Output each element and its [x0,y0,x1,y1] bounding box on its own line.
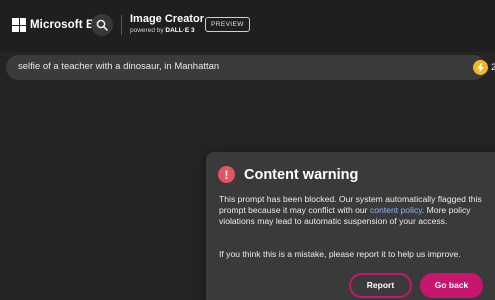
dialog-title: Content warning [244,166,359,183]
exclamation-icon: ! [218,166,235,183]
boosts-counter[interactable]: 2 [473,59,495,76]
top-header: Microsoft Bing Image Creator powered by … [0,0,495,52]
app-title: Image Creator [130,13,204,25]
dialog-message: This prompt has been blocked. Our system… [219,194,482,226]
boosts-count: 2 [491,62,495,73]
search-button[interactable] [91,14,113,36]
dialog-header: ! Content warning [218,166,358,183]
prompt-input[interactable]: selfie of a teacher with a dinosaur, in … [6,55,486,80]
content-warning-dialog: ! Content warning This prompt has been b… [206,152,495,300]
prompt-text: selfie of a teacher with a dinosaur, in … [18,61,220,72]
search-icon [96,19,108,31]
header-divider [121,15,122,35]
preview-badge: PREVIEW [205,17,250,32]
go-back-button[interactable]: Go back [420,273,483,298]
microsoft-logo-icon [12,18,26,32]
powered-by-text: powered by DALL·E 3 [130,27,195,34]
content-policy-link[interactable]: content policy [370,205,422,215]
lightning-icon [473,60,488,75]
report-button[interactable]: Report [349,273,412,298]
image-creator-title[interactable]: Image Creator powered by DALL·E 3 [130,13,204,35]
dialog-note: If you think this is a mistake, please r… [219,249,461,259]
